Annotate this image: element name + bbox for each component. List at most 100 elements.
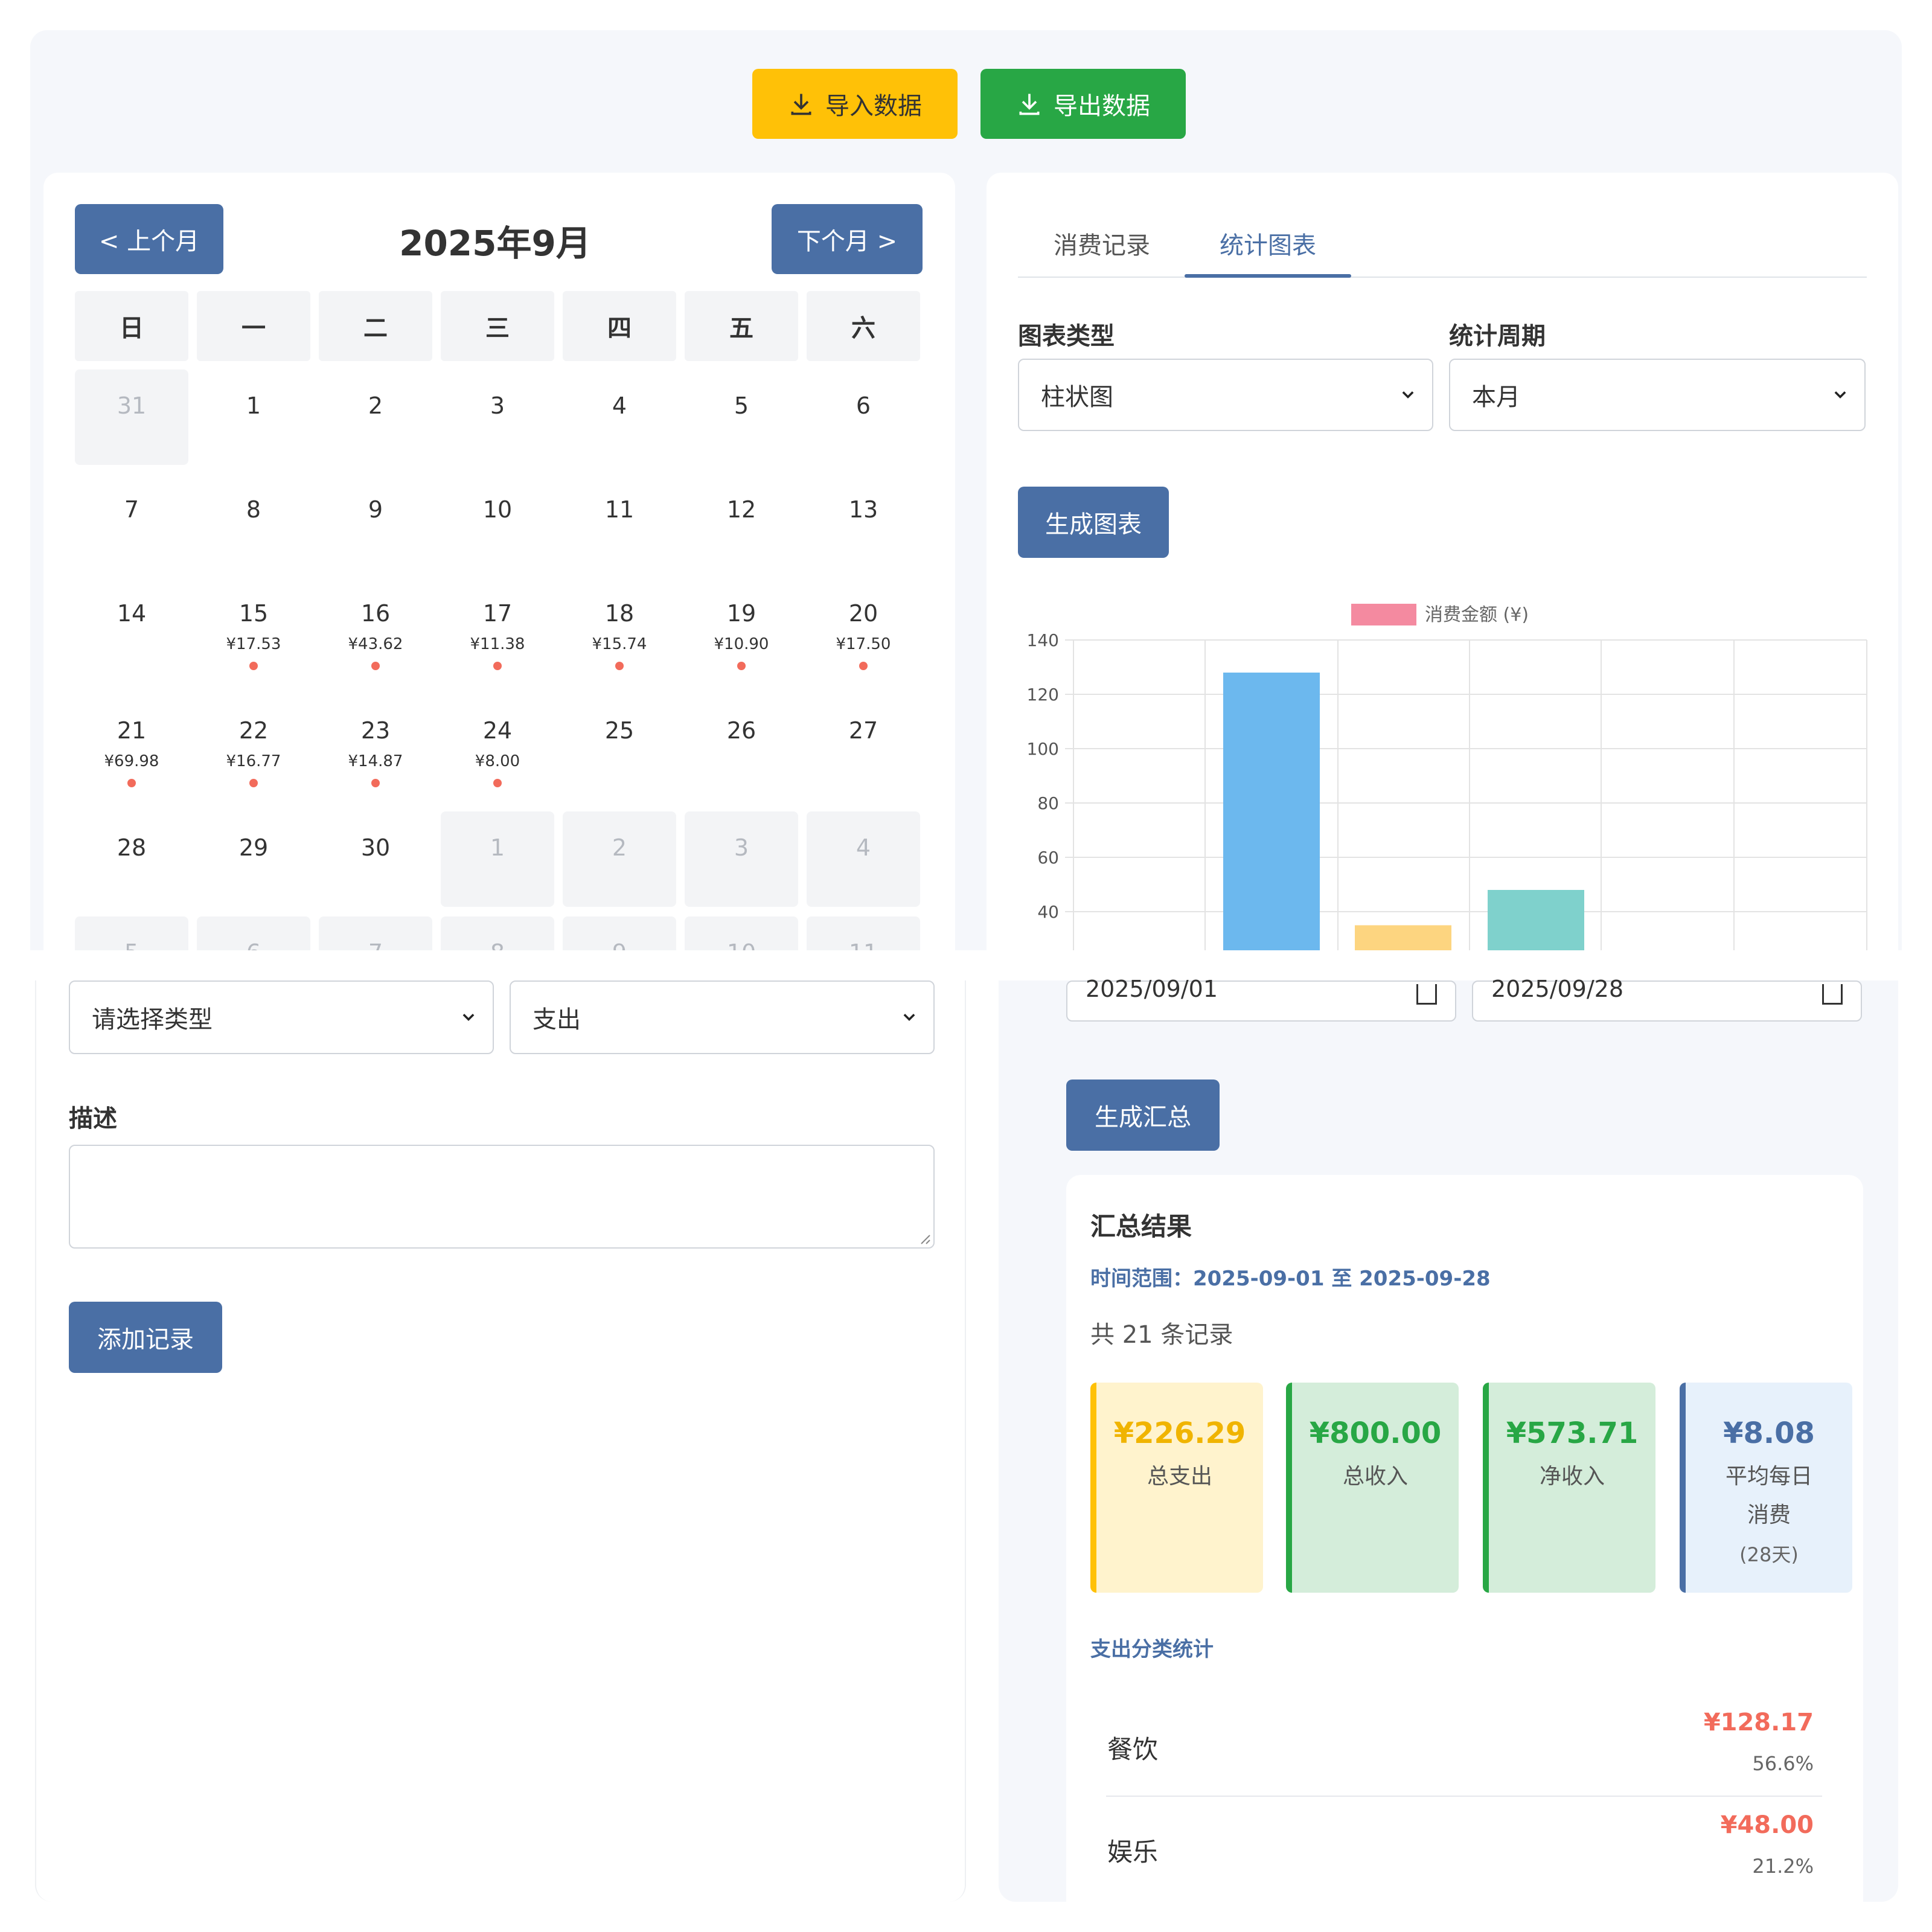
category-title: 支出分类统计 [1090, 1637, 1214, 1662]
kind-select[interactable]: 支出 [510, 980, 935, 1054]
calendar-day[interactable]: 16 ¥43.62 [319, 577, 432, 686]
y-tick-label: 60 [1037, 848, 1059, 868]
app-root: 导入数据 导出数据 < 上个月 2025年9月 下个月 > 日一二三四五六 31… [0, 0, 1932, 1932]
category-percent: 56.6% [1752, 1752, 1814, 1775]
calendar-day[interactable]: 10 [685, 916, 798, 950]
calendar-day[interactable]: 4 [807, 811, 920, 907]
expense-dot [249, 779, 258, 787]
calendar-day[interactable]: 5 [685, 369, 798, 465]
chart-bar[interactable] [1488, 890, 1584, 950]
tab-charts[interactable]: 统计图表 [1185, 226, 1351, 261]
calendar-day[interactable]: 11 [807, 916, 920, 950]
day-number: 14 [117, 600, 147, 627]
calendar-day[interactable]: 8 [441, 916, 554, 950]
calendar-day[interactable]: 20 ¥17.50 [807, 577, 920, 686]
expense-dot [127, 779, 136, 787]
summary-range: 时间范围：2025-09-01 至 2025-09-28 [1090, 1267, 1491, 1291]
calendar-day[interactable]: 15 ¥17.53 [197, 577, 310, 686]
day-number: 23 [360, 717, 391, 744]
day-amount: ¥43.62 [348, 635, 403, 653]
day-number: 3 [734, 834, 749, 861]
calendar-day[interactable]: 6 [197, 916, 310, 950]
calendar-day[interactable]: 27 [807, 694, 920, 803]
generate-summary-button[interactable]: 生成汇总 [1066, 1080, 1220, 1151]
calendar-day[interactable]: 19 ¥10.90 [685, 577, 798, 686]
generate-chart-button[interactable]: 生成图表 [1018, 487, 1169, 558]
calendar-day[interactable]: 26 [685, 694, 798, 803]
calendar-day[interactable]: 9 [319, 473, 432, 569]
calendar-day[interactable]: 28 [75, 811, 188, 907]
calendar-day[interactable]: 23 ¥14.87 [319, 694, 432, 803]
day-number: 8 [246, 496, 261, 523]
chevron-down-icon [462, 1014, 475, 1021]
type-select[interactable]: 请选择类型 [69, 980, 494, 1054]
calendar-day[interactable]: 13 [807, 473, 920, 569]
chart-bar[interactable] [1355, 925, 1451, 951]
calendar-icon[interactable] [1822, 984, 1843, 1005]
start-date-input[interactable]: 2025/09/01 [1066, 976, 1456, 1022]
calendar-day[interactable]: 4 [563, 369, 676, 465]
calendar-day[interactable]: 11 [563, 473, 676, 569]
calendar-day[interactable]: 5 [75, 916, 188, 950]
calendar-day[interactable]: 14 [75, 577, 188, 686]
expense-dot [371, 779, 380, 787]
y-tick-label: 40 [1037, 902, 1059, 922]
expense-dot [615, 662, 624, 670]
stat-value: ¥8.08 [1723, 1416, 1815, 1450]
calendar-day[interactable]: 1 [441, 811, 554, 907]
calendar-day[interactable]: 3 [685, 811, 798, 907]
day-amount: ¥10.90 [714, 635, 769, 653]
category-amount: ¥128.17 [1703, 1709, 1814, 1736]
calendar-day[interactable]: 31 [75, 369, 188, 465]
day-number: 8 [441, 939, 554, 950]
calendar-day[interactable]: 30 [319, 811, 432, 907]
calendar-day[interactable]: 10 [441, 473, 554, 569]
day-number: 4 [856, 834, 871, 861]
day-amount: ¥11.38 [470, 635, 525, 653]
calendar-day[interactable]: 3 [441, 369, 554, 465]
calendar-day[interactable]: 7 [319, 916, 432, 950]
stat-card: ¥800.00 总收入 [1286, 1383, 1459, 1593]
calendar-day[interactable]: 21 ¥69.98 [75, 694, 188, 803]
day-number: 29 [238, 834, 269, 861]
tab-active-indicator [1185, 274, 1351, 278]
legend-swatch [1351, 604, 1416, 625]
day-number: 15 [238, 600, 269, 627]
calendar-icon[interactable] [1416, 984, 1437, 1005]
day-number: 17 [482, 600, 513, 627]
tab-records[interactable]: 消费记录 [1020, 226, 1183, 261]
calendar-day[interactable]: 2 [563, 811, 676, 907]
calendar-day[interactable]: 6 [807, 369, 920, 465]
description-textarea[interactable] [69, 1145, 935, 1249]
day-number: 1 [490, 834, 505, 861]
chevron-down-icon [903, 1014, 915, 1021]
end-date-input[interactable]: 2025/09/28 [1472, 976, 1862, 1022]
period-select[interactable]: 本月 [1449, 359, 1866, 431]
add-record-button[interactable]: 添加记录 [69, 1302, 222, 1373]
calendar-day[interactable]: 29 [197, 811, 310, 907]
summary-title: 汇总结果 [1090, 1212, 1192, 1241]
calendar-day[interactable]: 2 [319, 369, 432, 465]
legend-label: 消费金额 (¥) [1425, 604, 1529, 625]
calendar-day[interactable]: 9 [563, 916, 676, 950]
stat-card: ¥573.71 净收入 [1483, 1383, 1655, 1593]
chart-bar[interactable] [1223, 673, 1320, 950]
expense-dot [493, 662, 502, 670]
day-number: 3 [490, 392, 505, 419]
calendar-day[interactable]: 24 ¥8.00 [441, 694, 554, 803]
calendar-day[interactable]: 17 ¥11.38 [441, 577, 554, 686]
calendar-day[interactable]: 8 [197, 473, 310, 569]
day-number: 2 [612, 834, 627, 861]
stat-label: 净收入 [1539, 1464, 1605, 1489]
calendar-day[interactable]: 12 [685, 473, 798, 569]
day-number: 7 [319, 939, 432, 950]
calendar-day[interactable]: 1 [197, 369, 310, 465]
day-amount: ¥17.50 [836, 635, 891, 653]
calendar-day[interactable]: 25 [563, 694, 676, 803]
form-panel [35, 980, 966, 1902]
day-number: 6 [856, 392, 871, 419]
calendar-day[interactable]: 18 ¥15.74 [563, 577, 676, 686]
calendar-day[interactable]: 22 ¥16.77 [197, 694, 310, 803]
calendar-day[interactable]: 7 [75, 473, 188, 569]
chart-type-select[interactable]: 柱状图 [1018, 359, 1433, 431]
